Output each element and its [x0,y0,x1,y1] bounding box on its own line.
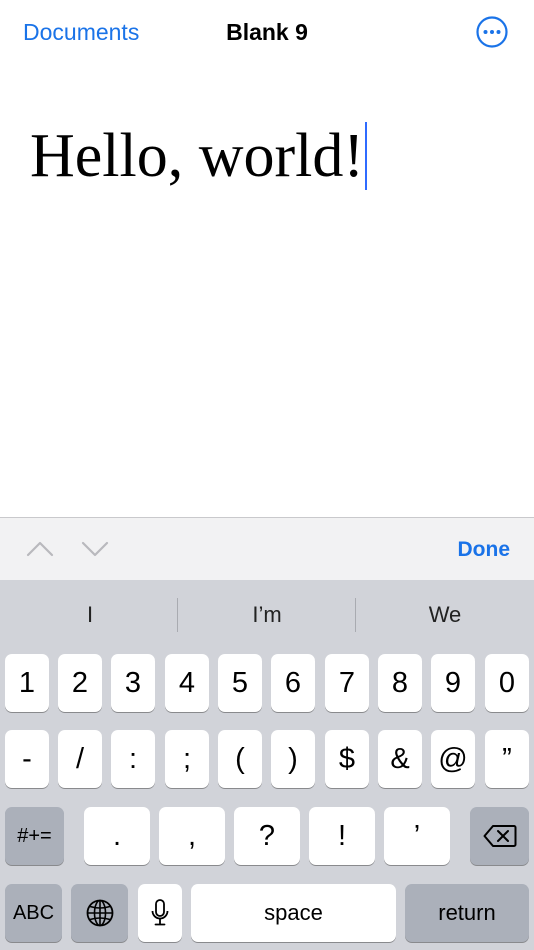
suggestion-item[interactable]: We [357,600,533,630]
done-button[interactable]: Done [458,536,511,564]
key-slash[interactable]: / [58,730,102,788]
suggestion-divider [177,598,178,632]
key-close-paren[interactable]: ) [271,730,315,788]
key-question[interactable]: ? [234,807,300,865]
navigation-bar: Documents Blank 9 [0,0,534,64]
chevron-up-icon [26,541,54,557]
chevron-down-icon [81,541,109,557]
key-comma[interactable]: , [159,807,225,865]
key-quote[interactable]: ” [485,730,529,788]
key-open-paren[interactable]: ( [218,730,262,788]
more-symbols-key[interactable]: #+= [5,807,64,865]
key-3[interactable]: 3 [111,654,155,712]
key-5[interactable]: 5 [218,654,262,712]
document-editor[interactable]: Hello, world! [0,64,534,516]
text-caret [365,122,368,190]
key-4[interactable]: 4 [165,654,209,712]
globe-icon [86,899,113,927]
delete-key[interactable] [470,807,529,865]
key-9[interactable]: 9 [431,654,475,712]
key-apostrophe[interactable]: ’ [384,807,450,865]
suggestion-item[interactable]: I’m [179,600,355,630]
document-body[interactable]: Hello, world! [30,120,368,192]
key-exclamation[interactable]: ! [309,807,375,865]
space-key[interactable]: space [191,884,396,942]
key-at[interactable]: @ [431,730,475,788]
dictation-key[interactable] [138,884,182,942]
key-dollar[interactable]: $ [325,730,369,788]
key-period[interactable]: . [84,807,150,865]
suggestion-divider [355,598,356,632]
key-6[interactable]: 6 [271,654,315,712]
key-8[interactable]: 8 [378,654,422,712]
keyboard-accessory-bar: Done [0,517,534,580]
document-title: Blank 9 [226,19,308,45]
key-1[interactable]: 1 [5,654,49,712]
key-semicolon[interactable]: ; [165,730,209,788]
backspace-icon [483,825,516,847]
key-7[interactable]: 7 [325,654,369,712]
abc-key[interactable]: ABC [5,884,62,942]
globe-key[interactable] [71,884,128,942]
more-options-button[interactable] [475,15,509,49]
return-key[interactable]: return [405,884,529,942]
next-field-button[interactable] [80,536,110,560]
ellipsis-circle-icon [476,16,508,48]
key-0[interactable]: 0 [485,654,529,712]
keyboard: I I’m We 1 2 3 4 5 6 7 8 9 0 - / : ; ( )… [0,580,534,950]
key-colon[interactable]: : [111,730,155,788]
key-ampersand[interactable]: & [378,730,422,788]
microphone-icon [151,899,169,926]
suggestion-item[interactable]: I [2,600,178,630]
document-text: Hello, world! [30,122,365,190]
previous-field-button[interactable] [25,536,55,560]
predictive-bar: I I’m We [0,580,534,650]
key-2[interactable]: 2 [58,654,102,712]
key-hyphen[interactable]: - [5,730,49,788]
